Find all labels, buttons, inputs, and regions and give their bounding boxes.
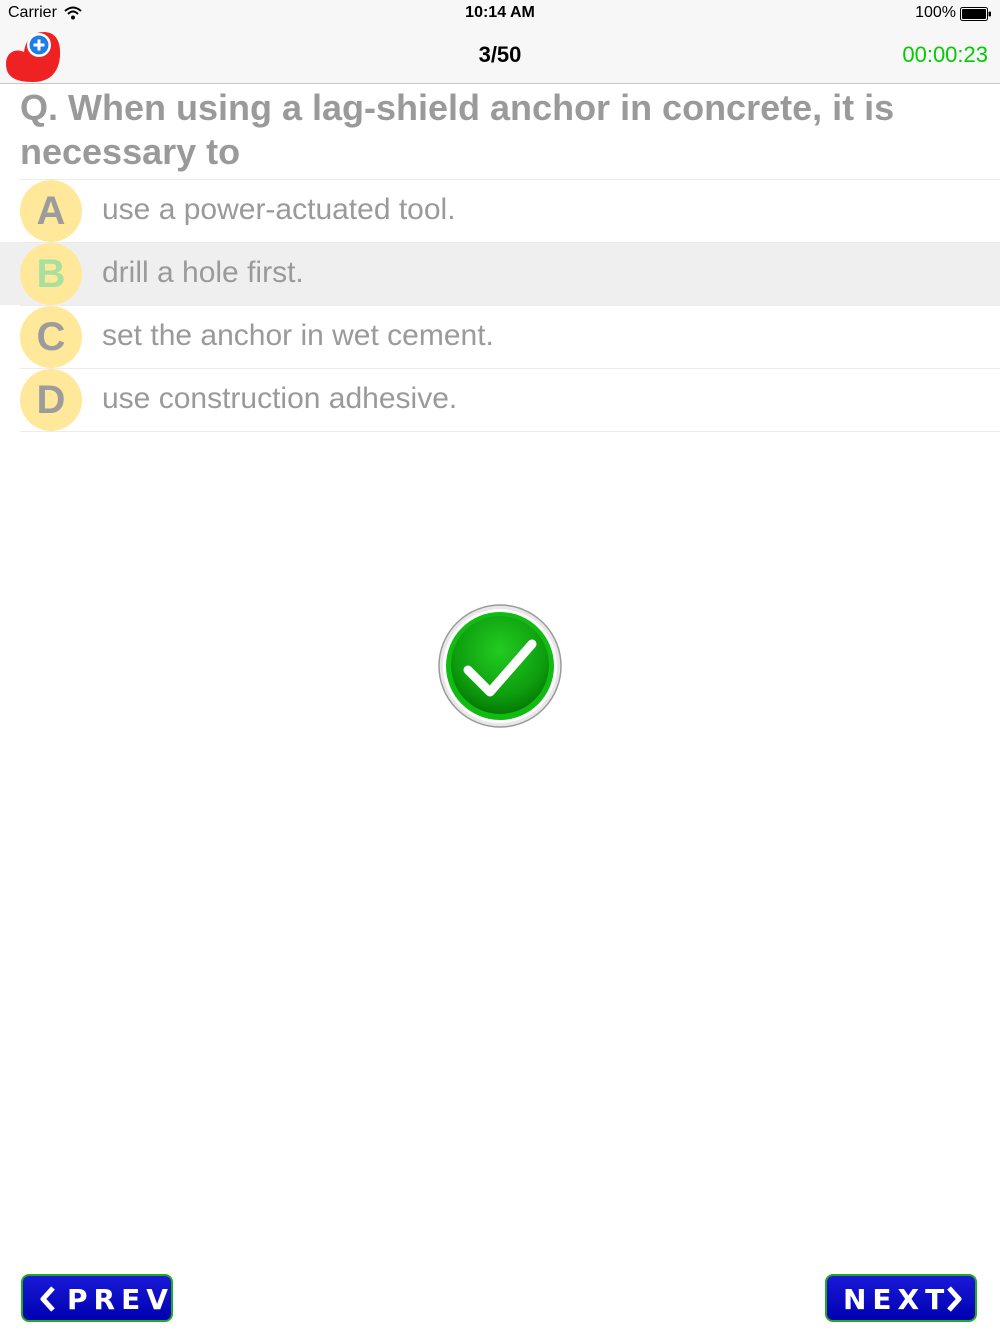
divider bbox=[20, 368, 1000, 369]
option-a-text: use a power-actuated tool. bbox=[102, 193, 456, 226]
option-c-badge: C bbox=[20, 306, 82, 368]
status-bar: Carrier 10:14 AM 100% bbox=[0, 0, 1000, 28]
next-button[interactable]: NEXT bbox=[825, 1274, 977, 1322]
option-d[interactable]: D use construction adhesive. bbox=[0, 368, 1000, 431]
chevron-left-icon bbox=[40, 1286, 55, 1312]
option-d-badge: D bbox=[20, 369, 82, 431]
option-a-badge: A bbox=[20, 180, 82, 242]
option-b-badge: B bbox=[20, 243, 82, 305]
option-b-text: drill a hole first. bbox=[102, 256, 304, 289]
chevron-right-icon bbox=[947, 1286, 962, 1312]
prev-button[interactable]: PREV bbox=[21, 1274, 173, 1322]
quiz-screen: Carrier 10:14 AM 100% 3/50 00:00:23 Q. W… bbox=[0, 0, 1000, 1333]
question-counter: 3/50 bbox=[478, 42, 522, 67]
checkmark-icon bbox=[438, 604, 562, 728]
option-a[interactable]: A use a power-actuated tool. bbox=[0, 179, 1000, 242]
next-button-label: NEXT bbox=[843, 1283, 951, 1316]
option-c-text: set the anchor in wet cement. bbox=[102, 319, 494, 352]
divider bbox=[20, 242, 1000, 243]
prev-button-label: PREV bbox=[67, 1283, 174, 1316]
answer-options: A use a power-actuated tool. B drill a h… bbox=[0, 179, 1000, 432]
nav-bar: 3/50 00:00:23 bbox=[0, 28, 1000, 84]
divider bbox=[20, 305, 1000, 306]
divider bbox=[20, 431, 1000, 432]
battery-percent: 100% bbox=[915, 4, 956, 21]
battery-icon bbox=[960, 7, 991, 21]
option-b[interactable]: B drill a hole first. bbox=[0, 242, 1000, 305]
option-d-text: use construction adhesive. bbox=[102, 382, 458, 415]
question-text: Q. When using a lag-shield anchor in con… bbox=[20, 87, 895, 172]
elapsed-timer: 00:00:23 bbox=[902, 42, 988, 67]
status-time: 10:14 AM bbox=[465, 4, 535, 21]
divider bbox=[20, 179, 1000, 180]
option-c[interactable]: C set the anchor in wet cement. bbox=[0, 305, 1000, 368]
